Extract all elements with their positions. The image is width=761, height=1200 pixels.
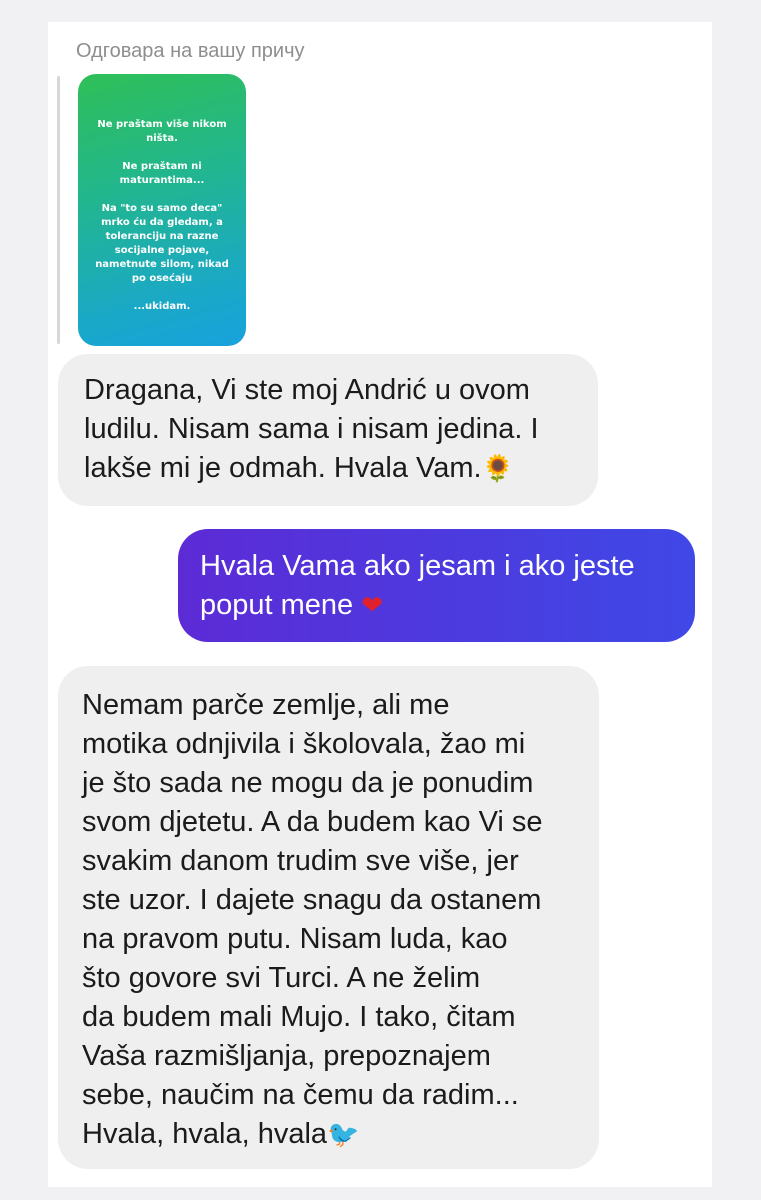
incoming-message-bubble[interactable]: Dragana, Vi ste moj Andrić u ovom ludilu… bbox=[58, 354, 598, 506]
message-line: da budem mali Mujo. I tako, čitam bbox=[82, 1001, 516, 1033]
message-line: je što sada ne mogu da je ponudim bbox=[82, 767, 534, 799]
story-text: Ne praštam više nikom ništa. Ne praštam … bbox=[88, 118, 236, 314]
story-spacer bbox=[88, 146, 236, 160]
message-line-with-emoji: Hvala, hvala, hvala🐦 bbox=[82, 1115, 583, 1155]
story-line: Na "to su samo deca" bbox=[101, 203, 223, 214]
message-line: Nemam parče zemlje, ali me bbox=[82, 689, 450, 721]
reply-indicator-bar bbox=[57, 76, 60, 344]
story-line: mrko ću da gledam, a bbox=[101, 217, 223, 228]
message-line: na pravom putu. Nisam luda, kao bbox=[82, 923, 508, 955]
story-line: nametnute silom, nikad bbox=[95, 259, 229, 270]
message-text: poput mene bbox=[200, 589, 354, 621]
story-line: maturantima... bbox=[119, 175, 205, 186]
message-line: ludilu. Nisam sama i nisam jedina. I bbox=[84, 413, 539, 445]
message-text: lakše mi je odmah. Hvala Vam. bbox=[84, 452, 482, 484]
message-line-with-emoji: poput mene ❤ bbox=[200, 586, 675, 626]
message-line: Vaša razmišljanja, prepoznajem bbox=[82, 1040, 491, 1072]
story-preview[interactable]: Ne praštam više nikom ništa. Ne praštam … bbox=[78, 74, 246, 346]
message-line: Dragana, Vi ste moj Andrić u ovom bbox=[84, 374, 530, 406]
story-line: ...ukidam. bbox=[133, 301, 191, 312]
message-line: motika odnjivila i školovala, žao mi bbox=[82, 728, 526, 760]
message-line: svakim danom trudim sve više, jer bbox=[82, 845, 519, 877]
message-text: Hvala, hvala, hvala bbox=[82, 1118, 328, 1150]
story-line: socijalne pojave, bbox=[114, 245, 210, 256]
story-line: po osećaju bbox=[131, 273, 193, 284]
outgoing-message-bubble[interactable]: Hvala Vama ako jesam i ako jeste poput m… bbox=[178, 529, 695, 642]
story-reply-label: Одговара на вашу причу bbox=[76, 40, 305, 62]
sunflower-icon: 🌻 bbox=[481, 454, 514, 484]
message-line: Hvala Vama ako jesam i ako jeste bbox=[200, 550, 635, 582]
incoming-message-bubble[interactable]: Nemam parče zemlje, ali me motika odnjiv… bbox=[58, 666, 599, 1169]
message-line: što govore svi Turci. A ne želim bbox=[82, 962, 481, 994]
story-spacer bbox=[88, 286, 236, 300]
story-line: Ne praštam ni bbox=[122, 161, 202, 172]
heart-icon: ❤ bbox=[361, 591, 384, 621]
message-line: ste uzor. I dajete snagu da ostanem bbox=[82, 884, 542, 916]
message-line: sebe, naučim na čemu da radim... bbox=[82, 1079, 519, 1111]
bird-icon: 🐦 bbox=[327, 1120, 360, 1150]
story-line: toleranciju na razne bbox=[105, 231, 219, 242]
story-spacer bbox=[88, 188, 236, 202]
story-line: Ne praštam više nikom bbox=[97, 119, 227, 130]
message-line-with-emoji: lakše mi je odmah. Hvala Vam.🌻 bbox=[84, 449, 576, 489]
message-line: svom djetetu. A da budem kao Vi se bbox=[82, 806, 543, 838]
story-line: ništa. bbox=[146, 133, 178, 144]
